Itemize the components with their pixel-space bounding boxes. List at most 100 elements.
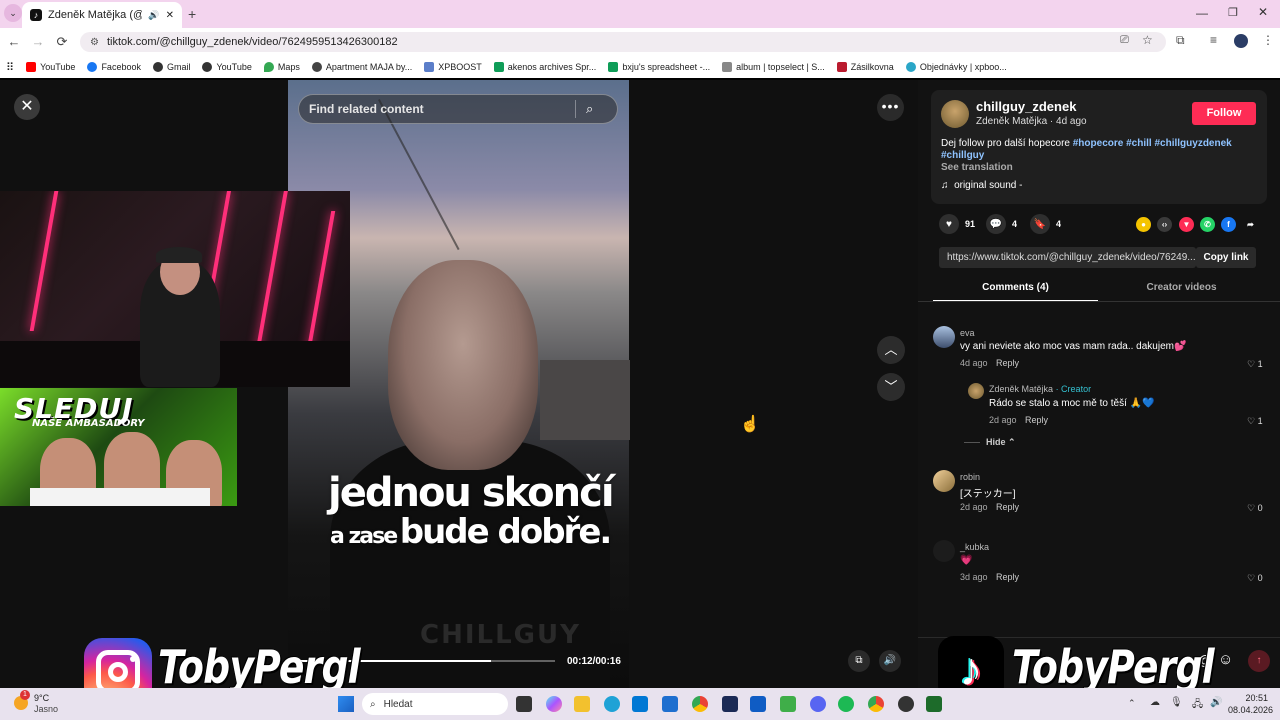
store-icon[interactable] [632,696,648,712]
comment-like-button[interactable]: ♡ 0 [1247,503,1263,514]
reply-username[interactable]: Zdeněk Matějka · Creator [989,384,1091,394]
weather-temp[interactable]: 9°C [34,693,49,703]
bookmark-item[interactable]: bxju's spreadsheet -... [602,62,716,72]
more-options-button[interactable]: ••• [877,94,904,121]
sound-link[interactable]: ♫ original sound - [941,180,1022,191]
reply-button[interactable]: Reply [996,358,1019,368]
creator-username[interactable]: chillguy_zdenek [976,99,1076,114]
clock-time[interactable]: 20:51 [1234,693,1268,703]
hide-replies-button[interactable]: Hide ⌃ [986,437,1016,448]
file-explorer-icon[interactable] [574,696,590,712]
discord-icon[interactable] [810,696,826,712]
coin-icon[interactable]: ● [1136,217,1151,232]
maximize-button[interactable]: ❐ [1228,6,1238,19]
clock-date[interactable]: 08.04.2026 [1228,705,1273,715]
comment-like-button[interactable]: ♡ 1 [1247,359,1263,370]
bookmark-item[interactable]: Facebook [81,62,147,72]
extensions-icon[interactable]: ⧉ [1176,33,1185,48]
facebook-share-icon[interactable]: f [1221,217,1236,232]
copilot-icon[interactable] [546,696,562,712]
app-icon[interactable] [722,696,738,712]
chrome-active-icon[interactable] [868,696,884,712]
window-close-button[interactable]: ✕ [1258,5,1268,19]
forward-button[interactable]: → [26,28,50,56]
volume-icon[interactable]: 🔊 [879,650,901,672]
reply-button[interactable]: Reply [996,502,1019,512]
browser-tab[interactable]: ♪ Zdeněk Matějka (@chillguy 🔊 ✕ [22,2,182,28]
post-comment-button[interactable]: ↑ [1248,650,1270,672]
close-video-button[interactable]: ✕ [14,94,40,120]
hashtag-link[interactable]: #chill [1126,138,1152,149]
app-icon[interactable] [926,696,942,712]
back-button[interactable]: ← [2,28,26,56]
bookmark-item[interactable]: Zásilkovna [831,62,900,72]
apps-grid-icon[interactable]: ⠿ [0,61,20,74]
comment-like-button[interactable]: ♡ 0 [1247,573,1263,584]
comment-button[interactable]: 💬 4 [986,214,1017,234]
bookmark-item[interactable]: XPBOOST [418,62,488,72]
outlook-icon[interactable] [750,696,766,712]
network-icon[interactable]: 🖧 [1192,697,1203,714]
comment-avatar[interactable] [933,540,955,562]
copy-link-button[interactable]: Copy link [1196,247,1256,268]
reply-button[interactable]: Reply [996,572,1019,582]
bookmark-item[interactable]: Objednávky | xpboo... [900,62,1013,72]
hashtag-link[interactable]: #chillguyzdenek [1154,138,1231,149]
hashtag-link[interactable]: #chillguy [941,150,984,161]
tab-creator-videos[interactable]: Creator videos [1098,276,1265,302]
reply-button[interactable]: Reply [1025,415,1048,425]
tab-close-icon[interactable]: ✕ [166,10,174,21]
video-link-field[interactable]: https://www.tiktok.com/@chillguy_zdenek/… [939,247,1196,268]
minimize-button[interactable]: — [1196,6,1208,20]
tab-search-button[interactable]: ⌄ [4,4,22,22]
whatsapp-icon[interactable]: ✆ [1200,217,1215,232]
next-video-button[interactable]: ﹀ [877,373,905,401]
app-icon[interactable] [780,696,796,712]
bookmark-item[interactable]: Maps [258,62,306,72]
follow-button[interactable]: Follow [1192,102,1256,125]
bookmark-item[interactable]: YouTube [196,62,257,72]
obs-icon[interactable] [898,696,914,712]
reload-button[interactable]: ⟳ [50,28,74,56]
task-view-icon[interactable] [516,696,532,712]
creator-avatar[interactable] [941,100,969,128]
bookmark-star-icon[interactable]: ☆ [1142,33,1153,47]
chrome-menu-icon[interactable]: ⋮ [1262,33,1274,47]
weather-desc[interactable]: Jasno [34,704,58,714]
comment-avatar[interactable] [933,470,955,492]
bookmark-item[interactable]: Apartment MAJA by... [306,62,418,72]
save-button[interactable]: 🔖 4 [1030,214,1061,234]
cloud-icon[interactable]: ☁ [1150,697,1160,708]
edge-icon[interactable] [604,696,620,712]
new-tab-button[interactable]: + [188,6,196,22]
bookmark-item[interactable]: album | topselect | S... [716,62,831,72]
like-button[interactable]: ♥ 91 [939,214,975,234]
address-bar[interactable]: ⚙ tiktok.com/@chillguy_zdenek/video/7624… [80,32,1166,52]
tray-chevron-icon[interactable]: ⌃ [1128,698,1136,709]
site-info-icon[interactable]: ⚙ [90,37,99,48]
emoji-icon[interactable]: ☺ [1218,651,1233,668]
bookmark-item[interactable]: akenos archives Spr... [488,62,603,72]
bookmark-item[interactable]: Gmail [147,62,197,72]
share-arrow-icon[interactable]: ➦ [1243,217,1258,232]
reply-like-button[interactable]: ♡ 1 [1247,416,1263,427]
speaker-tray-icon[interactable]: 🔊 [1210,697,1222,708]
taskbar-search[interactable]: ⌕ Hledat [362,693,508,715]
search-input[interactable] [309,102,575,116]
floating-player-icon[interactable]: ⧉ [848,650,870,672]
see-translation-link[interactable]: See translation [941,162,1013,173]
comment-username[interactable]: eva [960,328,975,338]
microphone-icon[interactable]: 🎙 [1170,697,1183,708]
hashtag-link[interactable]: #hopecore [1073,138,1124,149]
spotify-icon[interactable] [838,696,854,712]
media-control-icon[interactable]: ≡ [1210,33,1217,47]
previous-video-button[interactable]: ︿ [877,336,905,364]
send-to-friend-icon[interactable]: ▼ [1179,217,1194,232]
embed-icon[interactable]: ‹› [1157,217,1172,232]
profile-avatar[interactable] [1234,34,1248,48]
reply-avatar[interactable] [968,383,984,399]
bookmark-item[interactable]: YouTube [20,62,81,72]
cast-icon[interactable]: ⎚ [1120,34,1129,47]
comment-username[interactable]: robin [960,472,980,482]
tab-comments[interactable]: Comments (4) [933,276,1098,302]
